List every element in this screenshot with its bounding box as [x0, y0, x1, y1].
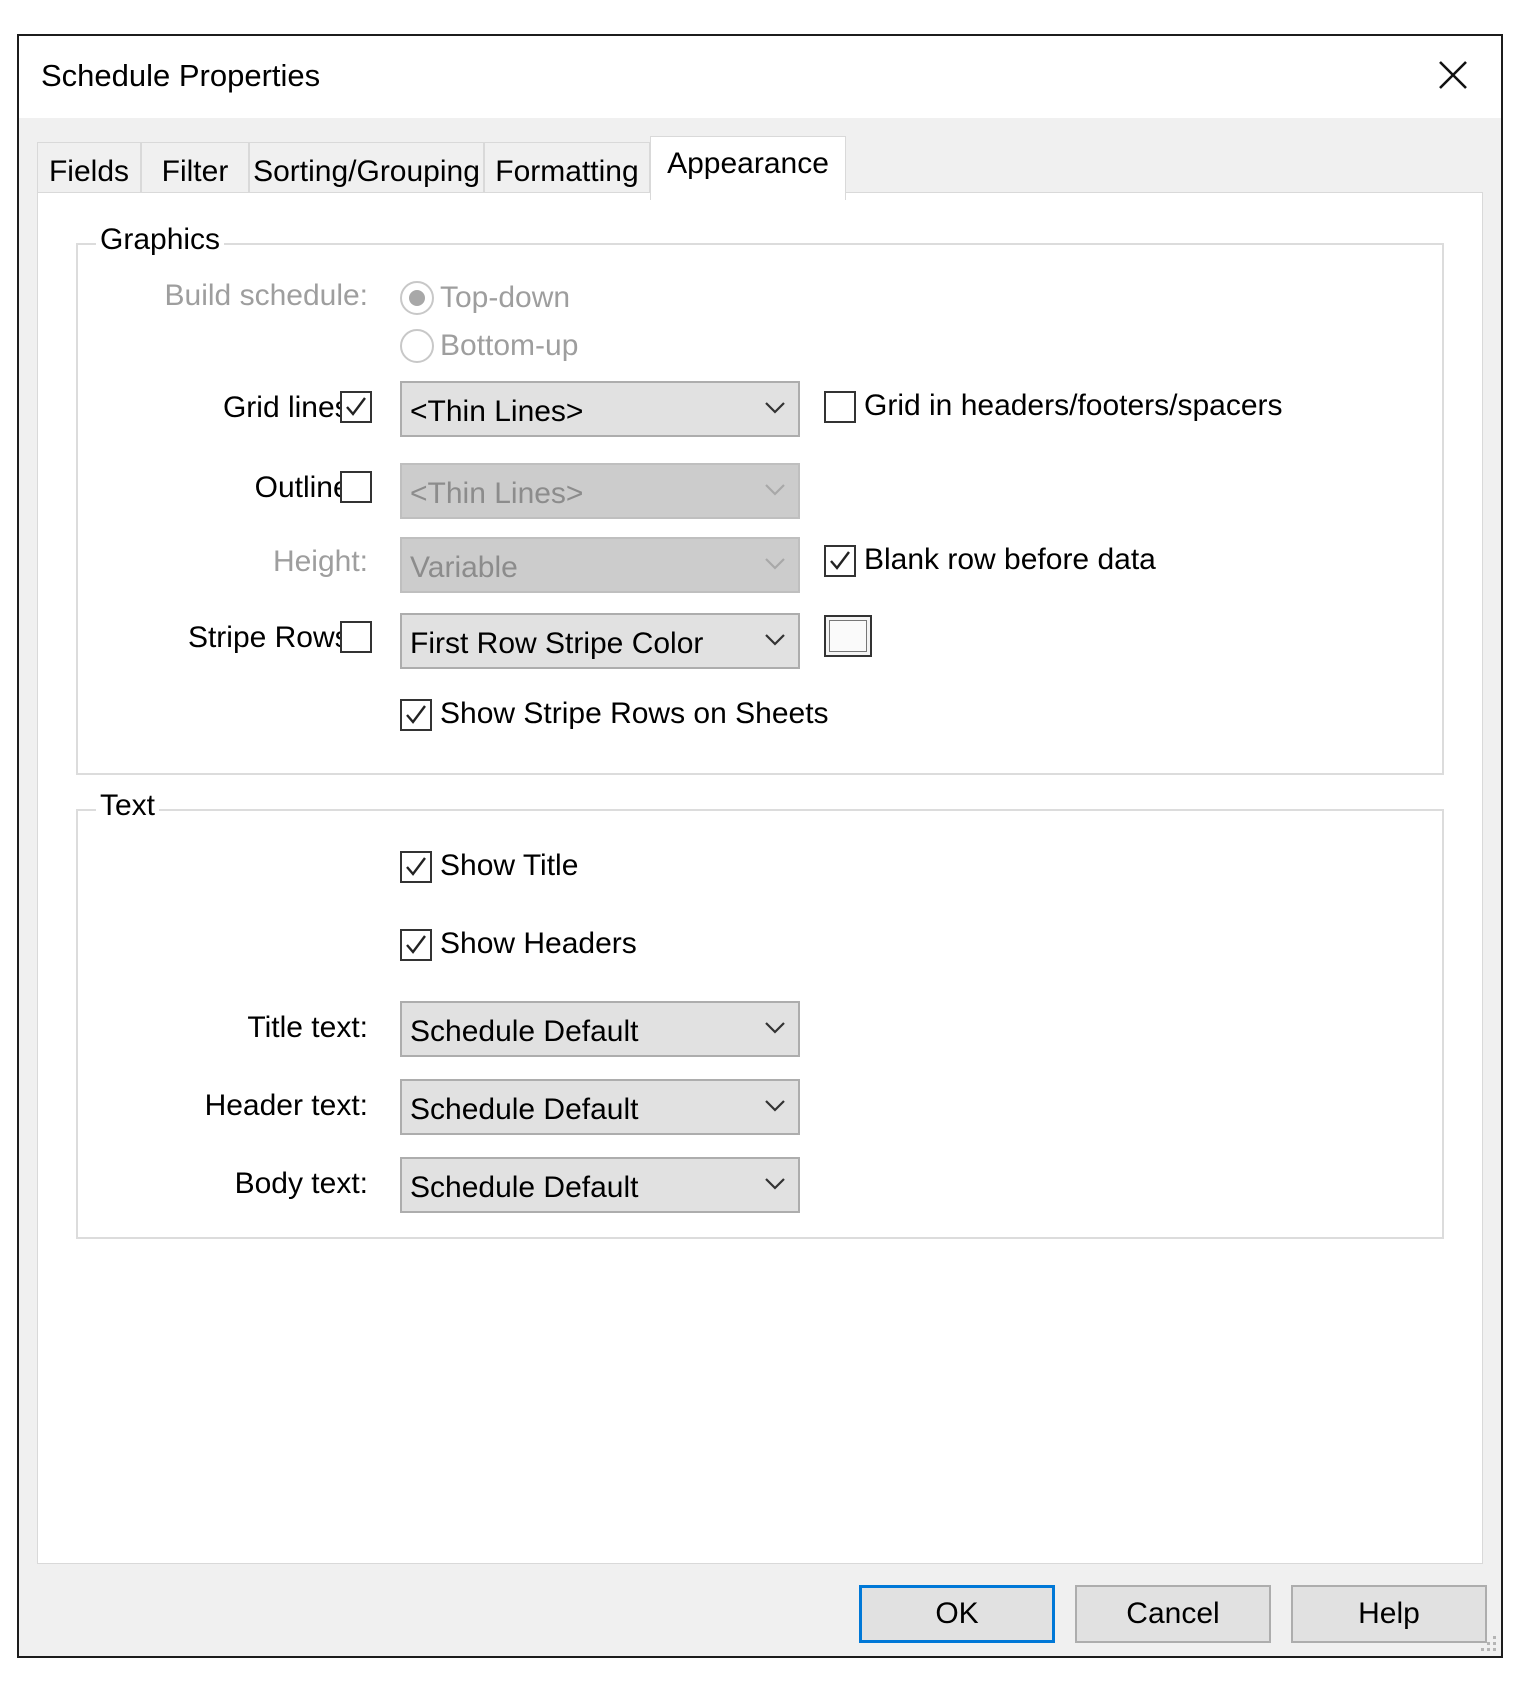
header-text-label: Header text: [204, 1089, 368, 1122]
graphics-legend: Graphics [96, 223, 225, 257]
title-bar: Schedule Properties [19, 36, 1501, 118]
chevron-down-icon [765, 402, 785, 414]
checkmark-icon [830, 551, 850, 570]
build-schedule-label: Build schedule: [164, 279, 368, 312]
resize-grip-icon[interactable] [1477, 1632, 1499, 1654]
bottom-up-radio [400, 329, 434, 363]
chevron-down-icon [765, 1178, 785, 1190]
outline-dropdown: <Thin Lines> [400, 463, 800, 519]
stripe-rows-label: Stripe Rows: [187, 621, 358, 654]
show-stripe-rows-checkbox[interactable] [400, 699, 432, 731]
ok-button[interactable]: OK [859, 1585, 1055, 1643]
outline-label: Outline: [254, 471, 358, 504]
top-down-radio [400, 281, 434, 315]
graphics-groupbox: Graphics Build schedule: Top-down Bottom… [76, 223, 1444, 775]
checkmark-icon [346, 397, 366, 416]
show-title-label: Show Title [440, 849, 579, 882]
header-text-value: Schedule Default [410, 1093, 639, 1126]
grid-lines-checkbox[interactable] [340, 391, 372, 423]
dialog-title: Schedule Properties [41, 58, 321, 93]
schedule-properties-dialog: Schedule Properties Fields Filter Sortin… [17, 34, 1503, 1658]
height-label: Height: [272, 545, 368, 578]
show-title-checkbox[interactable] [400, 851, 432, 883]
chevron-down-icon [765, 634, 785, 646]
show-headers-label: Show Headers [440, 927, 637, 960]
grid-lines-value: <Thin Lines> [410, 395, 584, 428]
bottom-up-label: Bottom-up [440, 329, 579, 362]
blank-row-label: Blank row before data [864, 543, 1156, 576]
show-headers-checkbox[interactable] [400, 929, 432, 961]
text-groupbox: Text Show Title Show Headers Title text:… [76, 789, 1444, 1239]
chevron-down-icon [765, 558, 785, 570]
tab-sorting-grouping[interactable]: Sorting/Grouping [249, 142, 484, 198]
chevron-down-icon [765, 484, 785, 496]
cancel-button[interactable]: Cancel [1075, 1585, 1271, 1643]
height-dropdown: Variable [400, 537, 800, 593]
height-value: Variable [410, 551, 518, 584]
top-down-label: Top-down [440, 281, 571, 314]
outline-checkbox[interactable] [340, 471, 372, 503]
title-text-dropdown[interactable]: Schedule Default [400, 1001, 800, 1057]
grid-in-headers-label: Grid in headers/footers/spacers [864, 389, 1283, 422]
checkmark-icon [406, 935, 426, 954]
show-stripe-rows-label: Show Stripe Rows on Sheets [440, 697, 829, 730]
stripe-color-dropdown[interactable]: First Row Stripe Color [400, 613, 800, 669]
chevron-down-icon [765, 1022, 785, 1034]
chevron-down-icon [765, 1100, 785, 1112]
appearance-tab-page: Graphics Build schedule: Top-down Bottom… [37, 192, 1483, 1564]
grid-lines-label: Grid lines: [222, 391, 358, 424]
help-button[interactable]: Help [1291, 1585, 1487, 1643]
close-button[interactable] [1405, 36, 1501, 116]
grid-in-headers-checkbox[interactable] [824, 391, 856, 423]
radio-selected-dot [409, 290, 425, 306]
body-text-dropdown[interactable]: Schedule Default [400, 1157, 800, 1213]
stripe-rows-checkbox[interactable] [340, 621, 372, 653]
title-text-value: Schedule Default [410, 1015, 639, 1048]
tab-fields[interactable]: Fields [37, 142, 141, 198]
color-swatch [829, 620, 867, 652]
tab-formatting[interactable]: Formatting [484, 142, 650, 198]
tab-filter[interactable]: Filter [141, 142, 249, 198]
stripe-color-swatch-button[interactable] [824, 615, 872, 657]
outline-value: <Thin Lines> [410, 477, 584, 510]
title-text-label: Title text: [247, 1011, 368, 1044]
blank-row-checkbox[interactable] [824, 545, 856, 577]
grid-lines-dropdown[interactable]: <Thin Lines> [400, 381, 800, 437]
close-icon [1439, 61, 1467, 89]
checkmark-icon [406, 705, 426, 724]
stripe-color-value: First Row Stripe Color [410, 627, 704, 660]
header-text-dropdown[interactable]: Schedule Default [400, 1079, 800, 1135]
body-text-value: Schedule Default [410, 1171, 639, 1204]
text-legend: Text [96, 789, 160, 823]
tab-appearance[interactable]: Appearance [650, 136, 846, 200]
body-text-label: Body text: [234, 1167, 368, 1200]
checkmark-icon [406, 857, 426, 876]
